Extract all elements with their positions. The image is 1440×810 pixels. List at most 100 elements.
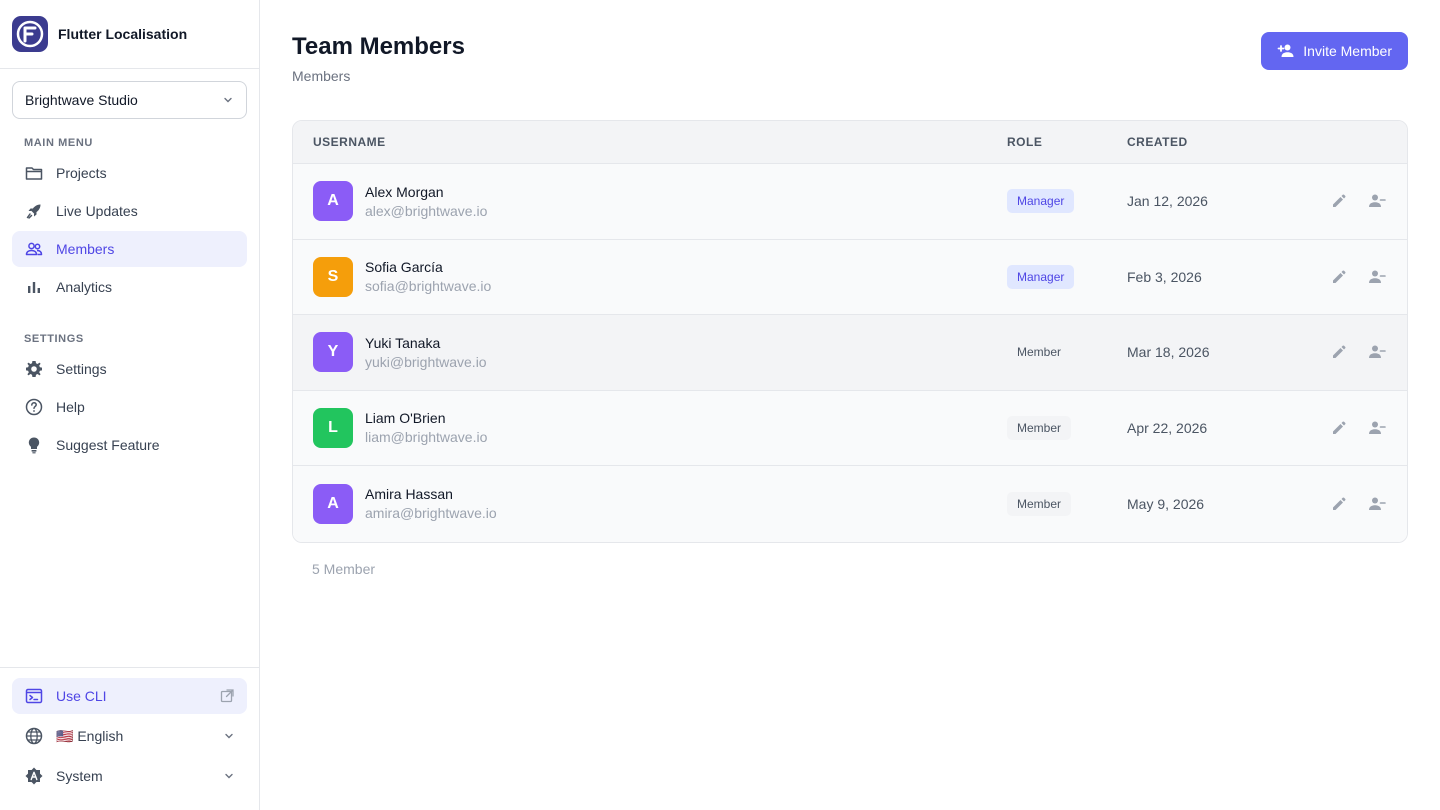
theme-auto-icon [25,767,43,785]
created-date: Apr 22, 2026 [1127,419,1208,436]
language-selector[interactable]: 🇺🇸 English [12,718,247,754]
person-add-icon [1277,44,1294,57]
main-menu-label: MAIN MENU [24,137,93,149]
chevron-down-icon [225,773,233,779]
person-remove-icon [1369,194,1386,208]
created-date: Feb 3, 2026 [1127,268,1202,285]
created-date: Mar 18, 2026 [1127,344,1210,361]
user-name: Yuki Tanaka [365,334,441,351]
edit-member-button[interactable] [1329,267,1349,287]
table-row[interactable]: Y Yuki Tanaka yuki@brightwave.io Member … [293,315,1407,391]
user-cell: S Sofia García sofia@brightwave.io [313,256,1007,297]
table-row[interactable]: L Liam O'Brien liam@brightwave.io Member… [293,390,1407,466]
sidebar: Flutter Localisation Brightwave Studio M… [0,0,260,810]
avatar-initial: S [327,267,339,285]
chevron-down-icon [225,733,233,739]
remove-member-button[interactable] [1367,494,1387,514]
user-name: Liam O'Brien [365,410,446,427]
column-header-created: CREATED [1127,135,1188,149]
page-subtitle: Members [292,68,351,84]
pencil-icon [1333,270,1346,283]
avatar: L [313,407,353,448]
workspace-name: Brightwave Studio [25,92,138,108]
edit-member-button[interactable] [1329,418,1349,438]
column-header-username: USERNAME [313,135,386,149]
user-info: Yuki Tanaka yuki@brightwave.io [365,335,487,370]
role-badge: Member [1007,415,1072,440]
user-email: sofia@brightwave.io [365,278,492,295]
role-cell: Member [1007,340,1127,364]
terminal-icon [25,688,43,704]
language-label: English [77,727,124,744]
main-content: Team Members Members Invite Member USERN… [260,0,1440,810]
main-nav: Projects Live Updates Members Analytics [0,155,259,307]
column-header-role: ROLE [1007,135,1043,149]
edit-member-button[interactable] [1329,342,1349,362]
avatar-initial: A [327,494,339,512]
user-info: Liam O'Brien liam@brightwave.io [365,410,487,445]
edit-member-button[interactable] [1329,494,1349,514]
role-cell: Manager [1007,264,1127,289]
table-row[interactable]: A Alex Morgan alex@brightwave.io Manager… [293,164,1407,240]
sidebar-item-projects[interactable]: Projects [12,155,247,191]
edit-member-button[interactable] [1329,191,1349,211]
invite-member-button[interactable]: Invite Member [1261,32,1408,70]
user-name: Amira Hassan [365,486,453,503]
sidebar-item-label: Projects [56,165,107,181]
people-icon [25,242,43,256]
remove-member-button[interactable] [1367,418,1387,438]
user-cell: A Amira Hassan amira@brightwave.io [313,483,1007,524]
workspace-selector[interactable]: Brightwave Studio [12,81,247,119]
pencil-icon [1333,345,1346,359]
sidebar-item-settings[interactable]: Settings [12,351,247,387]
row-actions [1277,342,1387,362]
person-remove-icon [1369,345,1386,359]
lightbulb-icon [28,437,40,454]
sidebar-item-label: Live Updates [56,203,138,219]
folder-icon [25,167,43,180]
theme-selector[interactable]: System [12,758,247,794]
avatar-initial: L [328,418,338,436]
role-badge: Member [1007,491,1072,516]
table-row[interactable]: S Sofia García sofia@brightwave.io Manag… [293,239,1407,315]
member-count: 5 Member [312,560,376,577]
settings-nav: Settings Help Suggest Feature [0,351,259,465]
created-date: May 9, 2026 [1127,495,1205,512]
remove-member-button[interactable] [1367,267,1387,287]
user-info: Amira Hassan amira@brightwave.io [365,486,497,521]
remove-member-button[interactable] [1367,191,1387,211]
members-table: USERNAME ROLE CREATED A Alex Morgan alex… [292,120,1408,543]
avatar: A [313,483,353,524]
pencil-icon [1333,421,1346,434]
user-name: Sofia García [365,259,443,276]
use-cli-label: Use CLI [56,688,107,704]
user-cell: A Alex Morgan alex@brightwave.io [313,181,1007,222]
table-body: A Alex Morgan alex@brightwave.io Manager… [293,164,1407,542]
table-row[interactable]: A Amira Hassan amira@brightwave.io Membe… [293,466,1407,542]
person-remove-icon [1369,497,1386,510]
row-actions [1277,418,1387,438]
user-email: liam@brightwave.io [365,429,488,446]
page-title: Team Members [292,33,465,60]
user-email: amira@brightwave.io [365,505,497,522]
person-remove-icon [1369,270,1386,283]
role-badge: Member [1017,345,1062,360]
avatar-initial: A [327,192,339,210]
gear-icon [26,361,42,377]
use-cli-link[interactable]: Use CLI [12,678,247,714]
row-actions [1277,494,1387,514]
remove-member-button[interactable] [1367,342,1387,362]
role-badge: Manager [1007,189,1075,214]
bar-chart-icon [28,282,40,293]
external-link-icon [220,689,234,703]
row-actions [1277,191,1387,211]
role-badge: Manager [1007,264,1075,289]
sidebar-item-live-updates[interactable]: Live Updates [12,193,247,229]
sidebar-item-analytics[interactable]: Analytics [12,269,247,305]
sidebar-item-suggest-feature[interactable]: Suggest Feature [12,427,247,463]
user-name: Alex Morgan [365,183,444,200]
sidebar-item-members[interactable]: Members [12,231,247,267]
brand[interactable]: Flutter Localisation [0,0,259,69]
sidebar-item-help[interactable]: Help [12,389,247,425]
sidebar-item-label: Help [56,399,85,415]
